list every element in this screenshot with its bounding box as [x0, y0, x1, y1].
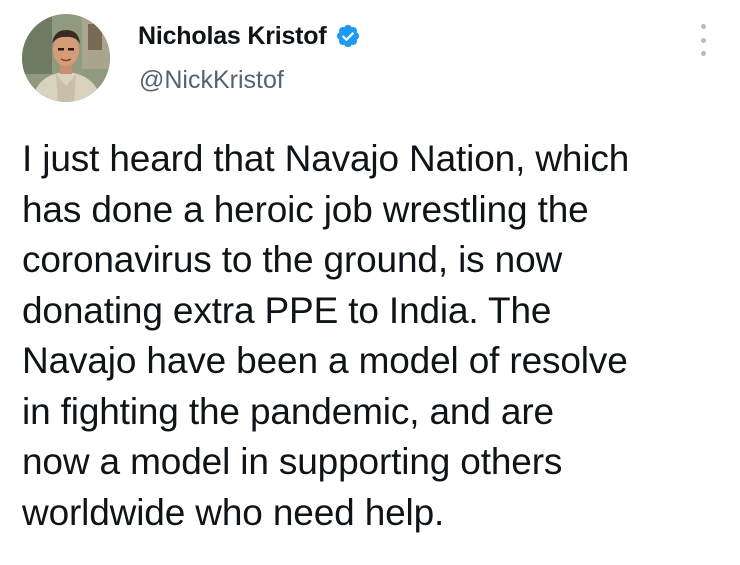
menu-dot	[700, 37, 706, 43]
verified-badge-icon	[335, 23, 361, 49]
avatar[interactable]	[22, 14, 110, 102]
author-name-row[interactable]: Nicholas Kristof	[138, 18, 361, 54]
author-handle[interactable]: @NickKristof	[139, 66, 284, 95]
vertical-ellipsis-icon[interactable]	[690, 24, 716, 56]
menu-dot	[700, 51, 706, 56]
tweet-text: I just heard that Navajo Nation, which h…	[22, 138, 630, 533]
tweet-card: Nicholas Kristof @NickKristof I just hea…	[0, 0, 740, 565]
menu-dot	[700, 24, 706, 29]
author-display-name[interactable]: Nicholas Kristof	[138, 22, 327, 51]
avatar-photo	[22, 14, 110, 102]
